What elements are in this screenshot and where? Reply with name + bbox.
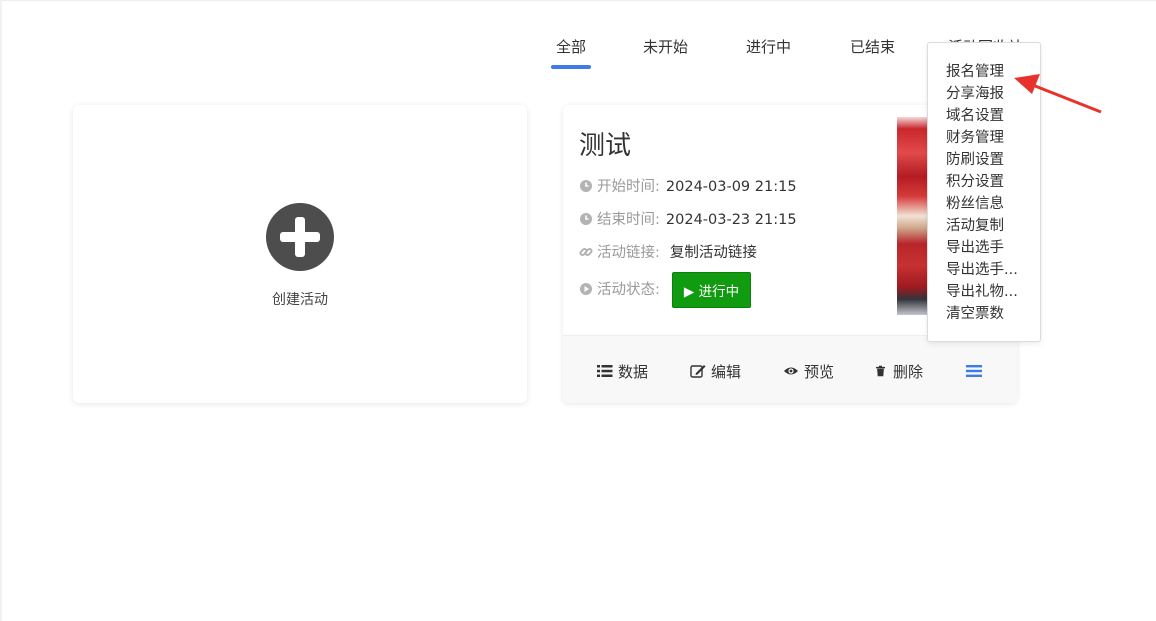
more-menu-icon[interactable]: [966, 365, 982, 377]
tab-not-started[interactable]: 未开始: [643, 36, 688, 57]
activity-status-label: 活动状态:: [597, 282, 660, 298]
tab-in-progress[interactable]: 进行中: [746, 36, 791, 57]
data-button-label: 数据: [618, 363, 649, 381]
menu-item-share-poster[interactable]: 分享海报: [946, 84, 1004, 104]
clock-icon: [580, 213, 592, 225]
menu-item-fan-info[interactable]: 粉丝信息: [946, 194, 1004, 214]
activity-title: 测试: [579, 131, 632, 161]
create-activity-label: 创建活动: [272, 292, 328, 308]
copy-activity-link[interactable]: 复制活动链接: [670, 245, 757, 261]
active-tab-indicator: [551, 65, 591, 69]
menu-item-points-settings[interactable]: 积分设置: [946, 172, 1004, 192]
activity-card-footer: 数据 编辑 预览 删除: [563, 335, 1017, 403]
start-time-row: 开始时间: 2024-03-09 21:15: [579, 175, 797, 196]
menu-item-clear-votes[interactable]: 清空票数: [946, 304, 1004, 324]
activity-status-row: 活动状态: ▶ 进行中: [579, 272, 752, 308]
left-border: [0, 0, 2, 621]
start-time-label: 开始时间:: [597, 179, 660, 195]
menu-item-export-contestants[interactable]: 导出选手: [946, 238, 1004, 258]
more-actions-dropdown: 报名管理 分享海报 域名设置 财务管理 防刷设置 积分设置 粉丝信息 活动复制 …: [927, 42, 1041, 342]
menu-item-finance-management[interactable]: 财务管理: [946, 128, 1004, 148]
status-badge-in-progress[interactable]: ▶ 进行中: [671, 272, 752, 308]
play-circle-icon: [580, 283, 592, 295]
eye-icon: [784, 367, 798, 375]
end-time-row: 结束时间: 2024-03-23 21:15: [579, 208, 797, 229]
menu-item-registration-management[interactable]: 报名管理: [946, 62, 1004, 82]
list-icon: [597, 365, 613, 377]
link-icon: [579, 247, 593, 257]
edit-button-label: 编辑: [711, 363, 742, 381]
menu-item-anti-fraud-settings[interactable]: 防刷设置: [946, 150, 1004, 170]
end-time-label: 结束时间:: [597, 212, 660, 228]
menu-item-domain-settings[interactable]: 域名设置: [946, 106, 1004, 126]
data-button[interactable]: 数据: [597, 361, 648, 382]
clock-icon: [580, 180, 592, 192]
end-time-value: 2024-03-23 21:15: [665, 212, 797, 228]
preview-button[interactable]: 预览: [783, 361, 834, 382]
menu-item-export-contestants-more[interactable]: 导出选手...: [946, 260, 1018, 280]
plus-circle-icon: [266, 203, 334, 271]
trash-icon: [876, 365, 885, 377]
edit-icon: [690, 365, 706, 378]
menu-item-copy-activity[interactable]: 活动复制: [946, 216, 1004, 236]
tab-all[interactable]: 全部: [556, 36, 586, 57]
start-time-value: 2024-03-09 21:15: [665, 179, 797, 195]
delete-button[interactable]: 删除: [876, 361, 923, 382]
preview-button-label: 预览: [804, 363, 835, 381]
activity-link-row: 活动链接: 复制活动链接: [579, 241, 757, 262]
activity-link-label: 活动链接:: [597, 245, 660, 261]
edit-button[interactable]: 编辑: [690, 361, 741, 382]
delete-button-label: 删除: [893, 363, 924, 381]
tab-ended[interactable]: 已结束: [850, 36, 895, 57]
create-activity-card[interactable]: 创建活动: [73, 105, 527, 403]
menu-item-export-gifts[interactable]: 导出礼物...: [946, 282, 1018, 302]
